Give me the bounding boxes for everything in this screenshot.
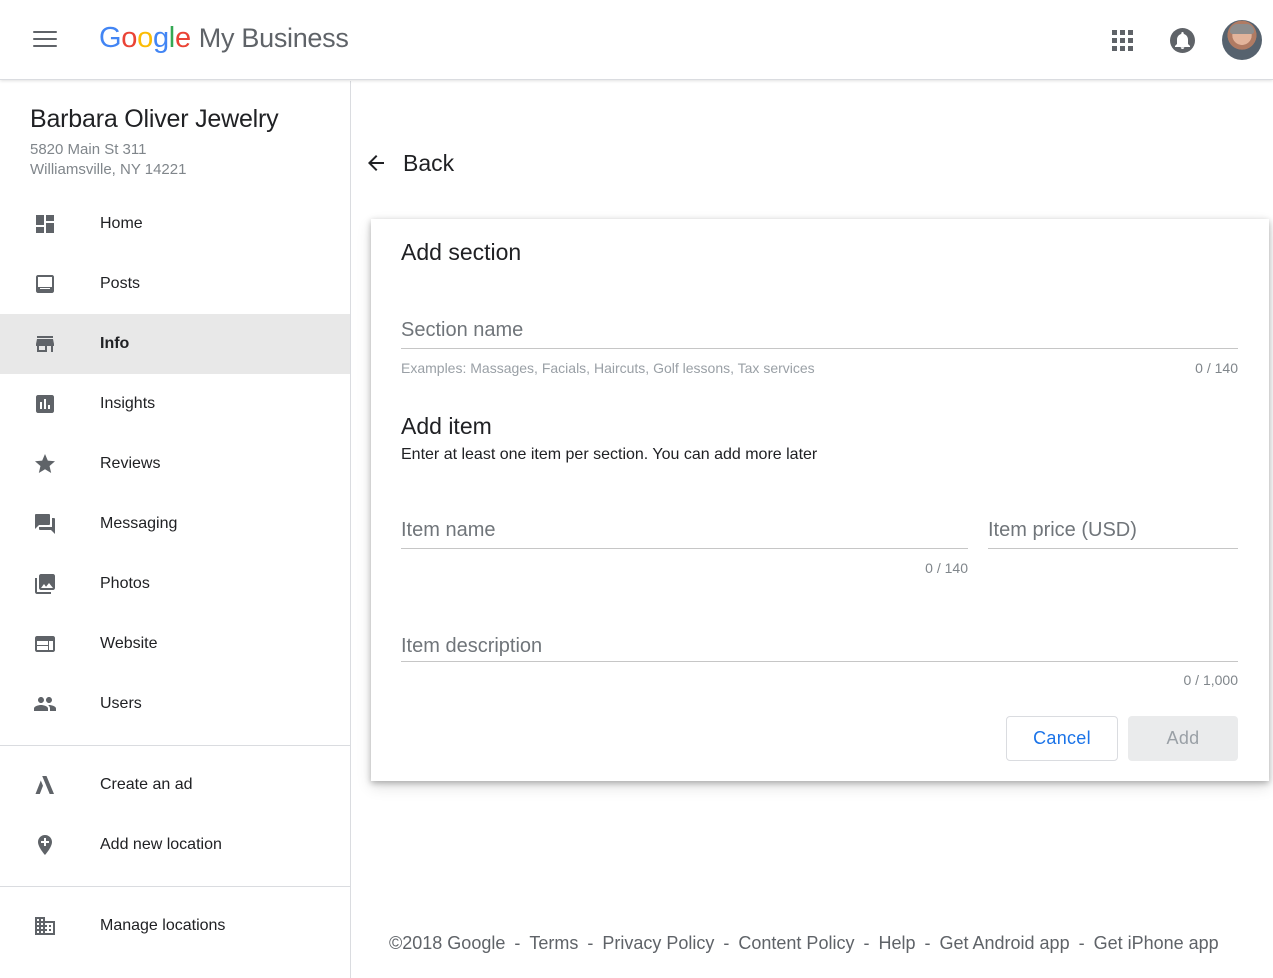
sidebar-item-label: Website	[100, 635, 158, 652]
website-icon	[35, 636, 55, 652]
back-label: Back	[403, 149, 455, 176]
ads-icon	[35, 776, 54, 794]
add-section-dialog: Add section Examples: Massages, Facials,…	[371, 219, 1269, 781]
sidebar-item-create-ad[interactable]: Create an ad	[0, 755, 350, 815]
add-location-icon	[38, 835, 52, 855]
footer-separator: -	[863, 933, 870, 953]
sidebar-item-home[interactable]: Home	[0, 194, 350, 254]
sidebar-item-label: Posts	[100, 275, 141, 292]
footer-link-terms[interactable]: Terms	[529, 933, 578, 953]
avatar[interactable]	[1222, 20, 1262, 60]
item-price-input[interactable]	[988, 515, 1238, 545]
copyright: ©2018 Google	[389, 933, 506, 953]
item-name-input[interactable]	[401, 515, 968, 545]
users-icon	[34, 697, 56, 711]
section-name-input[interactable]	[401, 315, 1238, 345]
sidebar-item-label: Reviews	[100, 455, 161, 472]
item-description-field	[401, 631, 1238, 662]
footer-separator: -	[514, 933, 521, 953]
footer-separator: -	[924, 933, 931, 953]
logo-letter: o	[121, 22, 138, 54]
cancel-button[interactable]: Cancel	[1006, 716, 1118, 761]
storefront-icon	[36, 336, 54, 352]
sidebar-item-manage-locations[interactable]: Manage locations	[0, 896, 350, 956]
arrow-back-icon	[368, 155, 384, 171]
item-name-field	[401, 515, 968, 549]
star-icon	[35, 454, 55, 473]
sidebar-item-label: Home	[100, 215, 143, 232]
add-item-title: Add item	[401, 413, 492, 439]
sidebar-item-label: Users	[100, 695, 142, 712]
footer-link-help[interactable]: Help	[878, 933, 915, 953]
footer-separator: -	[723, 933, 730, 953]
logo-letter: G	[99, 22, 122, 54]
add-button[interactable]: Add	[1128, 716, 1238, 761]
sidebar-divider	[0, 745, 350, 746]
notifications-icon[interactable]	[1170, 28, 1195, 53]
sidebar-item-website[interactable]: Website	[0, 614, 350, 674]
sidebar-item-insights[interactable]: Insights	[0, 374, 350, 434]
google-wordmark: Google	[99, 22, 191, 54]
item-price-field	[988, 515, 1238, 549]
sidebar-item-users[interactable]: Users	[0, 674, 350, 734]
sidebar-item-messaging[interactable]: Messaging	[0, 494, 350, 554]
dialog-title: Add section	[401, 239, 522, 265]
item-name-counter: 0 / 140	[925, 560, 968, 576]
logo-letter: e	[174, 22, 191, 54]
sidebar-item-info[interactable]: Info	[0, 314, 350, 374]
section-name-hint: Examples: Massages, Facials, Haircuts, G…	[401, 360, 815, 376]
sidebar-item-reviews[interactable]: Reviews	[0, 434, 350, 494]
sidebar-item-label: Insights	[100, 395, 156, 412]
dashboard-icon	[36, 215, 54, 233]
back-button[interactable]: Back	[364, 148, 454, 178]
sidebar-item-posts[interactable]: Posts	[0, 254, 350, 314]
photos-icon	[35, 574, 55, 594]
insights-icon	[36, 395, 54, 413]
footer: ©2018 Google - Terms - Privacy Policy - Conten…	[389, 933, 1219, 954]
apps-icon[interactable]	[1112, 30, 1133, 51]
sidebar-item-photos[interactable]: Photos	[0, 554, 350, 614]
sidebar: Barbara Oliver Jewelry 5820 Main St 311 …	[0, 81, 351, 978]
sidebar-item-label: Manage locations	[100, 917, 226, 934]
section-name-counter: 0 / 140	[1195, 360, 1238, 376]
sidebar-item-label: Create an ad	[100, 776, 193, 793]
top-app-bar: Google My Business	[0, 0, 1273, 80]
add-item-description: Enter at least one item per section. You…	[401, 446, 818, 463]
section-name-field	[401, 315, 1238, 349]
sidebar-item-label: Photos	[100, 575, 150, 592]
menu-icon[interactable]	[33, 31, 57, 49]
sidebar-item-add-location[interactable]: Add new location	[0, 815, 350, 875]
footer-link-iphone-app[interactable]: Get iPhone app	[1094, 933, 1219, 953]
item-description-input[interactable]	[401, 631, 1238, 661]
footer-link-android-app[interactable]: Get Android app	[939, 933, 1069, 953]
business-address: 5820 Main St 311 Williamsville, NY 14221	[30, 140, 186, 180]
address-line-1: 5820 Main St 311	[30, 141, 147, 158]
logo-letter: o	[137, 22, 153, 54]
google-my-business-logo[interactable]: Google My Business	[99, 22, 349, 55]
footer-separator: -	[1078, 933, 1085, 953]
footer-link-content-policy[interactable]: Content Policy	[738, 933, 854, 953]
logo-letter: g	[152, 22, 169, 54]
sidebar-item-label: Add new location	[100, 836, 222, 853]
address-line-2: Williamsville, NY 14221	[30, 161, 187, 178]
posts-icon	[36, 275, 54, 293]
product-name: My Business	[198, 23, 349, 53]
business-name: Barbara Oliver Jewelry	[30, 105, 279, 133]
footer-separator: -	[587, 933, 594, 953]
item-description-counter: 0 / 1,000	[1183, 672, 1239, 688]
sidebar-item-label: Info	[100, 335, 130, 352]
building-icon	[35, 917, 55, 935]
messaging-icon	[35, 514, 55, 534]
footer-link-privacy[interactable]: Privacy Policy	[602, 933, 714, 953]
sidebar-item-label: Messaging	[100, 515, 178, 532]
sidebar-divider	[0, 886, 350, 887]
